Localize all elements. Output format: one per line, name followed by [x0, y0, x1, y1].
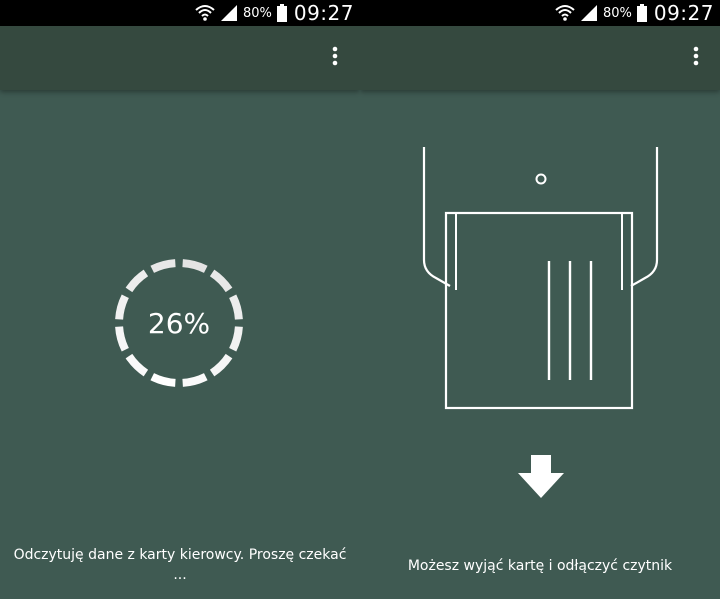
wifi-icon — [195, 4, 215, 22]
signal-icon — [580, 4, 598, 22]
battery-percent: 80% — [242, 5, 272, 21]
battery-icon — [636, 4, 647, 22]
overflow-menu-button[interactable] — [322, 42, 348, 74]
card-reader-icon — [422, 147, 659, 410]
progress-indicator: 26% — [112, 256, 246, 390]
signal-icon — [220, 4, 238, 22]
reading-message-line2: ... — [173, 567, 187, 583]
app-bar — [0, 26, 360, 90]
battery-percent: 80% — [602, 5, 632, 21]
arrow-down-icon — [518, 455, 564, 503]
status-bar: 80% 09:27 — [0, 0, 360, 26]
done-message: Możesz wyjąć kartę i odłączyć czytnik — [407, 558, 673, 574]
clock: 09:27 — [653, 1, 714, 25]
overflow-menu-button[interactable] — [683, 42, 709, 74]
status-bar: 80% 09:27 — [360, 0, 720, 26]
progress-percent: 26% — [147, 306, 211, 340]
clock: 09:27 — [293, 1, 354, 25]
reading-message-line1: Odczytuję dane z karty kierowcy. Proszę … — [13, 547, 347, 563]
more-vert-icon — [693, 46, 699, 70]
battery-icon — [276, 4, 287, 22]
reading-message: Odczytuję dane z karty kierowcy. Proszę … — [0, 545, 360, 585]
wifi-icon — [555, 4, 575, 22]
app-bar — [360, 26, 720, 90]
reading-screen: 80% 09:27 26% Odczytuję dane z karty kie… — [0, 0, 360, 599]
more-vert-icon — [332, 46, 338, 70]
